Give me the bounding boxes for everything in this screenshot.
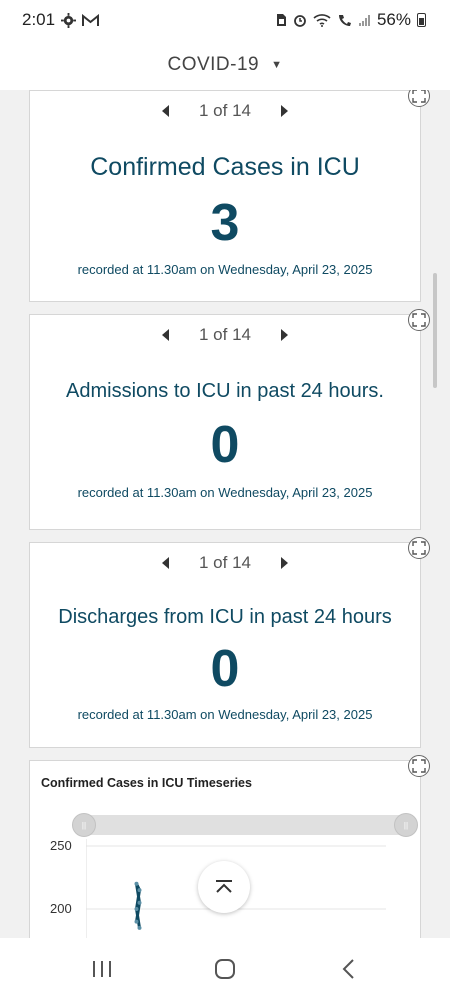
pager-text: 1 of 14 xyxy=(199,325,251,344)
scroll-indicator[interactable] xyxy=(433,273,437,388)
card-value: 0 xyxy=(210,416,240,474)
data-point xyxy=(134,919,139,924)
card-recorded: recorded at 11.30am on Wednesday, April … xyxy=(77,707,373,722)
battery-text: 56% xyxy=(376,10,411,29)
gmail-icon xyxy=(82,13,100,27)
recent-apps-button[interactable] xyxy=(72,949,132,989)
card-value: 0 xyxy=(210,640,240,698)
card-confirmed-icu: 1 of 14 Confirmed Cases in ICU 3 recorde… xyxy=(29,90,430,302)
data-point xyxy=(137,925,142,930)
card-title: Discharges from ICU in past 24 hours xyxy=(58,606,392,628)
card-discharges-icu: 1 of 14 Discharges from ICU in past 24 h… xyxy=(29,537,430,748)
recent-apps-icon xyxy=(92,961,111,977)
pager-text: 1 of 14 xyxy=(199,101,251,120)
wifi-calling-icon xyxy=(337,13,352,27)
card-admissions-icu: 1 of 14 Admissions to ICU in past 24 hou… xyxy=(29,309,430,530)
chevron-up-icon xyxy=(216,880,232,893)
slider-handle-left[interactable]: || xyxy=(72,813,96,837)
header-title[interactable]: COVID-19 xyxy=(167,54,259,76)
signal-icon xyxy=(358,14,371,27)
back-icon xyxy=(342,959,355,979)
card-value: 3 xyxy=(210,194,240,252)
y-tick-label: 200 xyxy=(50,901,72,916)
status-right: 56% xyxy=(276,10,426,30)
y-tick-label: 250 xyxy=(50,838,72,853)
pager-text: 1 of 14 xyxy=(199,553,251,572)
sim-icon xyxy=(276,13,287,27)
home-icon xyxy=(214,959,235,979)
status-bar: 2:01 56% xyxy=(0,0,450,40)
dropdown-caret-icon[interactable]: ▼ xyxy=(271,59,282,71)
card-recorded: recorded at 11.30am on Wednesday, April … xyxy=(77,262,373,277)
expand-icon[interactable] xyxy=(408,537,430,559)
prev-arrow-icon[interactable] xyxy=(162,557,169,569)
home-button[interactable] xyxy=(195,949,255,989)
data-point xyxy=(134,907,139,911)
card-recorded: recorded at 11.30am on Wednesday, April … xyxy=(77,485,373,500)
app-header[interactable]: COVID-19 ▼ xyxy=(0,40,450,90)
card-pager: 1 of 14 xyxy=(30,101,420,121)
prev-arrow-icon[interactable] xyxy=(162,105,169,117)
alarm-icon xyxy=(293,13,307,27)
expand-icon[interactable] xyxy=(408,755,430,777)
back-button[interactable] xyxy=(318,949,378,989)
dashboard-content[interactable]: 1 of 14 Confirmed Cases in ICU 3 recorde… xyxy=(0,90,450,938)
slider-handle-right[interactable]: || xyxy=(394,813,418,837)
card-pager: 1 of 14 xyxy=(30,325,420,345)
next-arrow-icon[interactable] xyxy=(281,557,288,569)
card-title: Admissions to ICU in past 24 hours. xyxy=(66,380,384,402)
card-title: Confirmed Cases in ICU xyxy=(90,153,360,181)
expand-icon[interactable] xyxy=(408,90,430,107)
data-point xyxy=(137,900,142,905)
battery-icon xyxy=(417,13,426,27)
data-point xyxy=(134,881,139,886)
timeseries-range-slider[interactable]: || || xyxy=(72,813,418,837)
data-point xyxy=(137,888,142,893)
status-time: 2:01 xyxy=(22,10,56,29)
next-arrow-icon[interactable] xyxy=(281,329,288,341)
next-arrow-icon[interactable] xyxy=(281,105,288,117)
back-to-top-button[interactable] xyxy=(198,861,250,913)
status-left: 2:01 xyxy=(22,10,100,30)
wifi-icon xyxy=(313,13,331,27)
expand-icon[interactable] xyxy=(408,309,430,331)
card-pager: 1 of 14 xyxy=(30,553,420,573)
settings-notification-icon xyxy=(61,12,77,28)
timeseries-title: Confirmed Cases in ICU Timeseries xyxy=(41,776,252,790)
system-nav-bar xyxy=(0,938,450,1000)
card-timeseries: Confirmed Cases in ICU Timeseries || || … xyxy=(29,755,430,938)
prev-arrow-icon[interactable] xyxy=(162,329,169,341)
